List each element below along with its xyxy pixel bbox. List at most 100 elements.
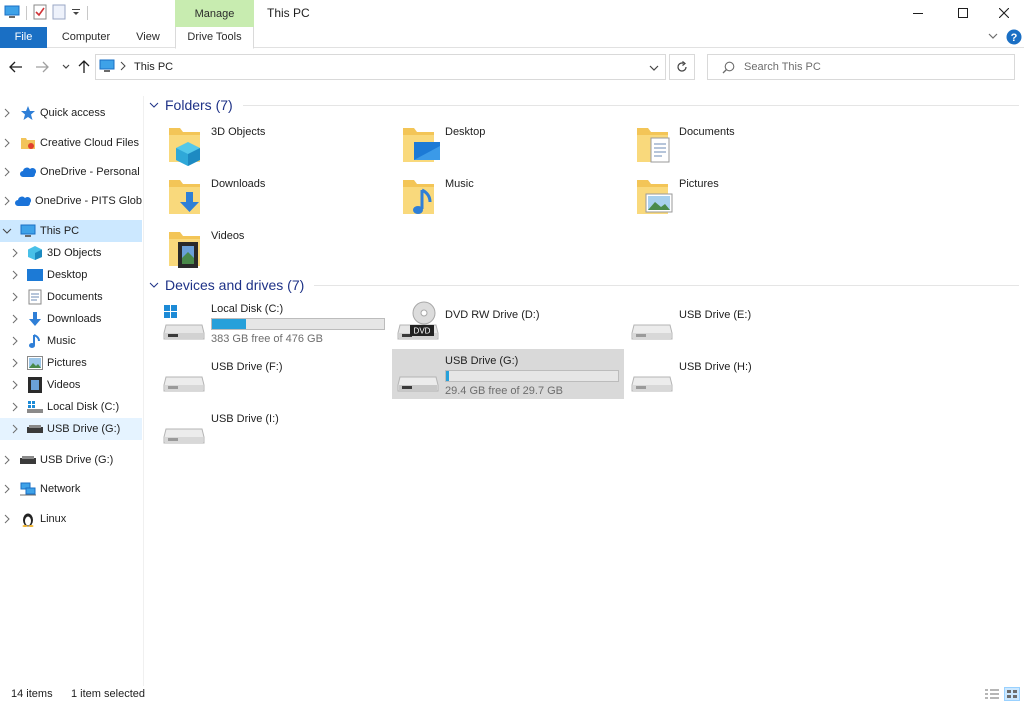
large-icons-view-button[interactable]: [1004, 687, 1020, 701]
manage-context-tab[interactable]: Manage: [175, 0, 254, 27]
expand-chevron-icon[interactable]: [8, 246, 22, 260]
search-input[interactable]: Search This PC: [707, 54, 1015, 80]
expand-chevron-icon[interactable]: [8, 378, 22, 392]
help-icon[interactable]: ?: [1006, 29, 1022, 48]
sidebar-item-onedrive-pits[interactable]: OneDrive - PITS Glob: [0, 190, 142, 212]
sidebar-item-music[interactable]: Music: [0, 330, 142, 352]
customize-qat-icon[interactable]: [71, 7, 81, 20]
breadcrumb[interactable]: This PC: [134, 61, 173, 73]
minimize-button[interactable]: [895, 0, 941, 26]
expand-chevron-icon[interactable]: [0, 512, 14, 526]
usb-drive-icon: [397, 376, 439, 392]
expand-chevron-icon[interactable]: [0, 136, 14, 150]
folder-tile-desktop[interactable]: Desktop: [380, 120, 612, 168]
expand-chevron-icon[interactable]: [0, 106, 14, 120]
sidebar-item-label: Desktop: [47, 269, 88, 281]
usb-drive-icon: [20, 452, 36, 468]
sidebar-item-documents[interactable]: Documents: [0, 286, 142, 308]
address-dropdown-icon[interactable]: [649, 63, 659, 75]
folder-tile-music[interactable]: Music: [380, 172, 612, 220]
new-folder-icon[interactable]: [52, 4, 66, 23]
collapse-chevron-icon[interactable]: [0, 224, 14, 238]
collapse-chevron-icon[interactable]: [149, 102, 159, 108]
sidebar-item-local-disk-c[interactable]: Local Disk (C:): [0, 396, 142, 418]
recent-locations-button[interactable]: [58, 59, 74, 75]
expand-chevron-icon[interactable]: [8, 290, 22, 304]
up-button[interactable]: [76, 59, 92, 75]
sidebar-item-pictures[interactable]: Pictures: [0, 352, 142, 374]
refresh-button[interactable]: [669, 54, 695, 80]
expand-chevron-icon[interactable]: [0, 194, 14, 208]
sidebar-item-usb-drive-g-root[interactable]: USB Drive (G:): [0, 449, 142, 471]
expand-chevron-icon[interactable]: [8, 422, 22, 436]
folders-group-header[interactable]: Folders (7): [149, 94, 1019, 116]
windows-drive-icon: [163, 305, 205, 340]
sidebar-item-onedrive-personal[interactable]: OneDrive - Personal: [0, 161, 142, 183]
computer-icon[interactable]: [4, 5, 20, 22]
expand-chevron-icon[interactable]: [8, 400, 22, 414]
folder-tile-documents[interactable]: Documents: [614, 120, 846, 168]
cube-icon: [27, 245, 43, 261]
sidebar-item-usb-drive-g[interactable]: USB Drive (G:): [0, 418, 142, 440]
sidebar-item-downloads[interactable]: Downloads: [0, 308, 142, 330]
expand-chevron-icon[interactable]: [8, 312, 22, 326]
maximize-button[interactable]: [940, 0, 986, 26]
drive-tile-usb-i[interactable]: USB Drive (I:): [146, 401, 378, 451]
expand-chevron-icon[interactable]: [8, 334, 22, 348]
selection-count: 1 item selected: [71, 688, 145, 700]
sidebar-item-linux[interactable]: Linux: [0, 508, 142, 530]
drive-tile-local-disk-c[interactable]: Local Disk (C:) 383 GB free of 476 GB: [146, 297, 385, 347]
sidebar-item-label: OneDrive - PITS Glob: [35, 195, 142, 207]
tab-view[interactable]: View: [128, 27, 168, 48]
cloud-folder-icon: [20, 135, 36, 151]
expand-chevron-icon[interactable]: [0, 453, 14, 467]
video-icon: [169, 232, 200, 268]
tab-computer[interactable]: Computer: [55, 27, 117, 48]
usb-drive-icon: [27, 421, 43, 437]
tab-file[interactable]: File: [0, 27, 47, 48]
forward-button[interactable]: [34, 59, 50, 75]
folder-tile-3d-objects[interactable]: 3D Objects: [146, 120, 378, 168]
sidebar-item-desktop[interactable]: Desktop: [0, 264, 142, 286]
drive-tile-usb-g[interactable]: USB Drive (G:) 29.4 GB free of 29.7 GB: [392, 349, 624, 399]
quick-access-toolbar: [4, 4, 89, 22]
sidebar-item-this-pc[interactable]: This PC: [0, 220, 142, 242]
details-view-button[interactable]: [984, 687, 1000, 701]
picture-icon: [27, 355, 43, 371]
tab-drive-tools[interactable]: Drive Tools: [175, 27, 254, 49]
back-button[interactable]: [8, 59, 24, 75]
expand-chevron-icon[interactable]: [0, 165, 14, 179]
sidebar-item-quick-access[interactable]: Quick access: [0, 102, 142, 124]
expand-ribbon-icon[interactable]: [988, 31, 998, 44]
dvd-badge: DVD: [414, 327, 431, 336]
group-title: Folders (7): [165, 97, 233, 113]
folder-tile-downloads[interactable]: Downloads: [146, 172, 378, 220]
sidebar-item-label: Documents: [47, 291, 103, 303]
expand-chevron-icon[interactable]: [0, 482, 14, 496]
folder-name: Videos: [211, 230, 245, 242]
expand-chevron-icon[interactable]: [8, 356, 22, 370]
drive-tile-usb-e[interactable]: USB Drive (E:): [614, 297, 846, 347]
close-button[interactable]: [981, 0, 1024, 26]
drives-group-header[interactable]: Devices and drives (7): [149, 274, 1019, 296]
breadcrumb-separator-icon[interactable]: [120, 61, 126, 74]
search-placeholder: Search This PC: [744, 61, 821, 73]
collapse-chevron-icon[interactable]: [149, 282, 159, 288]
expand-chevron-icon[interactable]: [8, 268, 22, 282]
address-bar[interactable]: This PC: [95, 54, 666, 80]
folder-tile-pictures[interactable]: Pictures: [614, 172, 846, 220]
sidebar-item-label: Linux: [40, 513, 67, 525]
drive-tile-dvd-d[interactable]: DVD DVD RW Drive (D:): [380, 297, 612, 347]
sidebar-item-3d-objects[interactable]: 3D Objects: [0, 242, 142, 264]
drive-tile-usb-f[interactable]: USB Drive (F:): [146, 349, 378, 399]
sidebar-item-videos[interactable]: Videos: [0, 374, 142, 396]
sidebar-item-label: This PC: [40, 225, 80, 237]
title-bar: Manage This PC: [0, 0, 1024, 27]
sidebar-item-creative-cloud[interactable]: Creative Cloud Files: [0, 132, 142, 154]
drive-tile-usb-h[interactable]: USB Drive (H:): [614, 349, 846, 399]
folder-name: Desktop: [445, 126, 486, 138]
file-view: Folders (7) 3D Objects Desktop Documents…: [146, 90, 1024, 685]
folder-tile-videos[interactable]: Videos: [146, 224, 378, 272]
properties-icon[interactable]: [33, 4, 47, 23]
sidebar-item-network[interactable]: Network: [0, 478, 142, 500]
